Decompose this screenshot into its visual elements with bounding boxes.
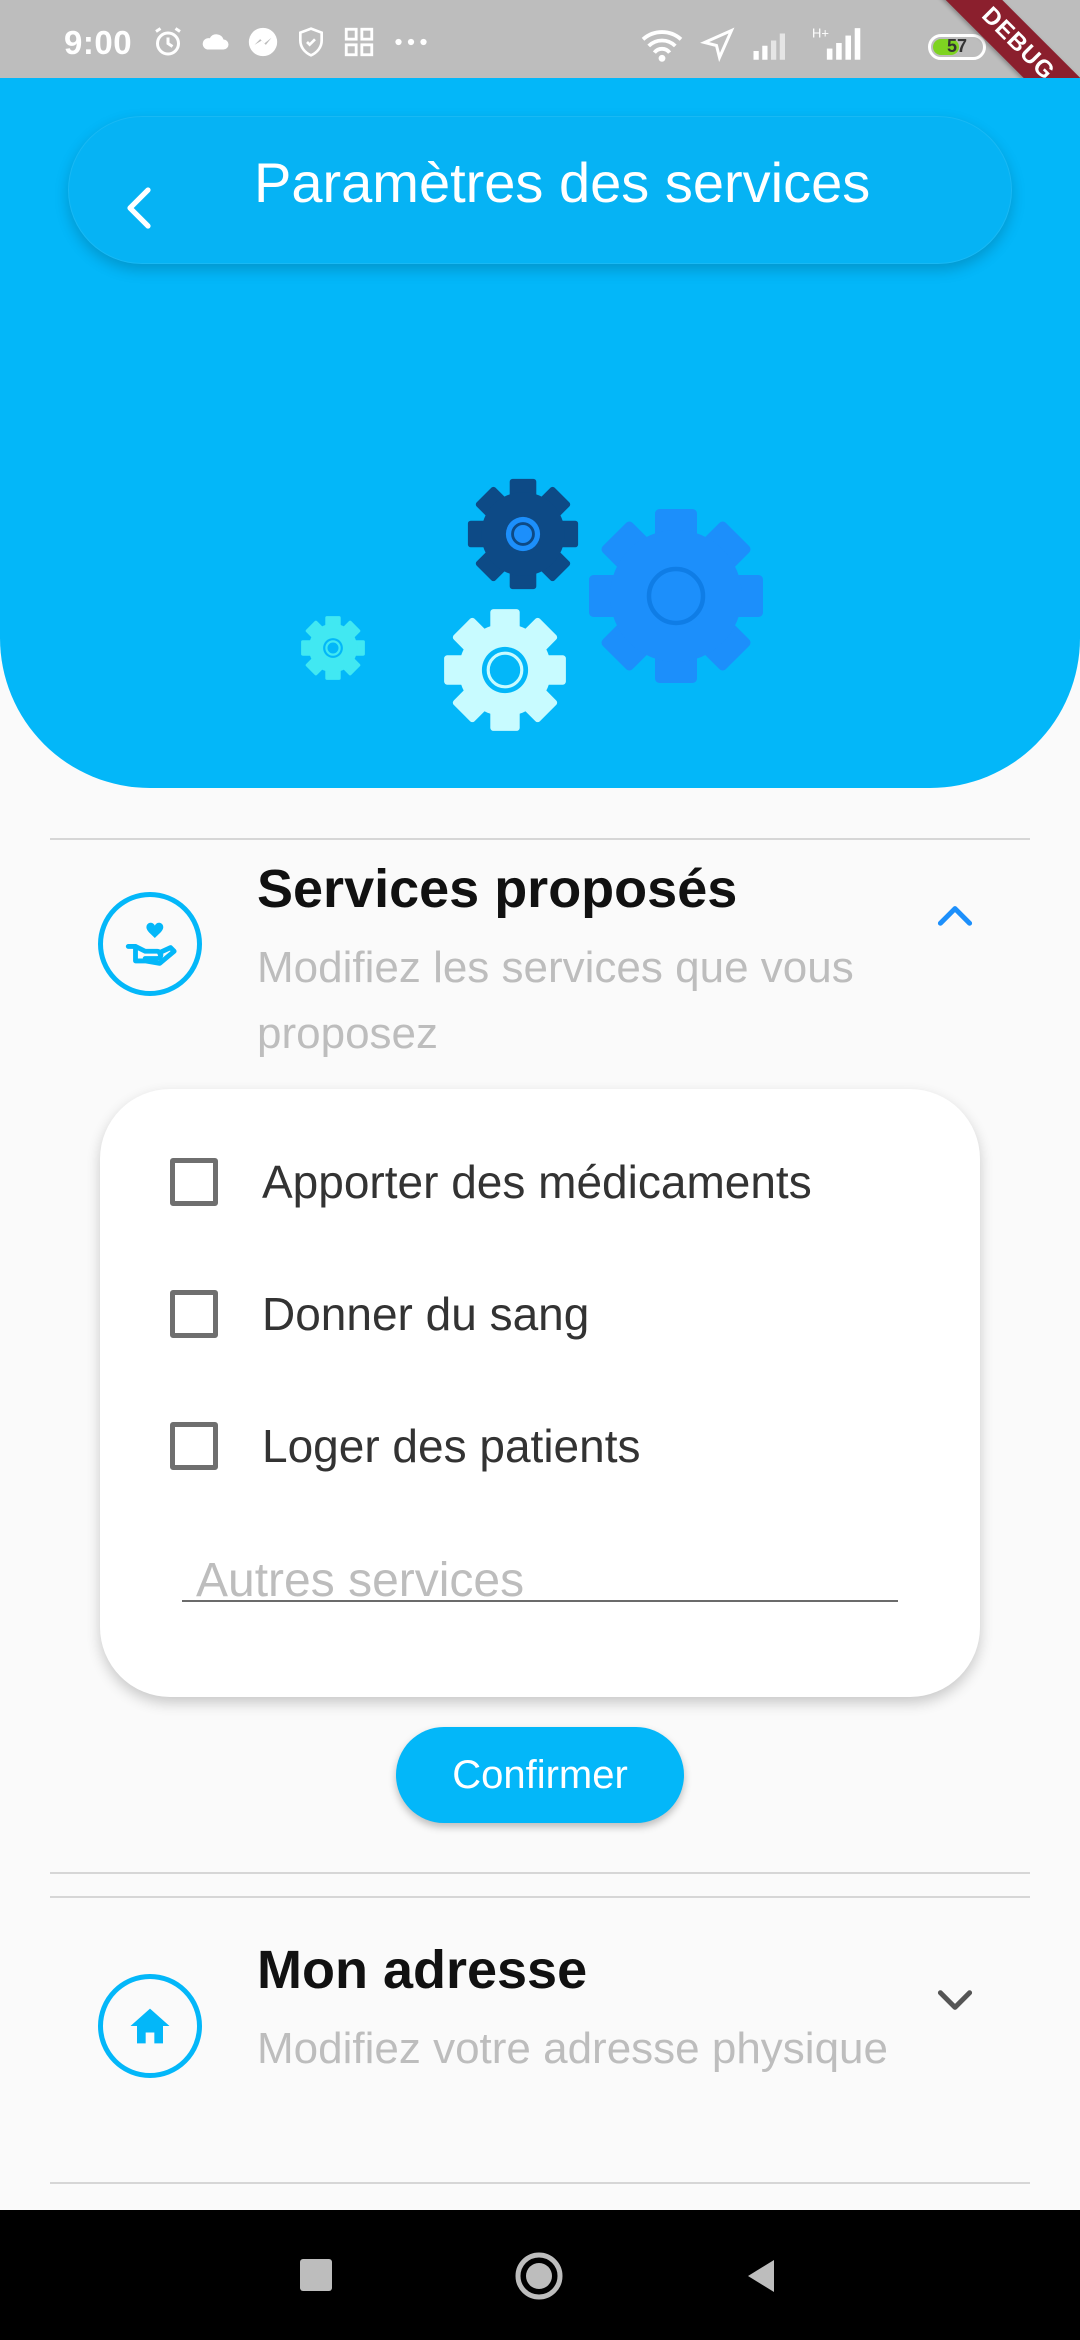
- notification-icons: [150, 24, 431, 64]
- battery-level: 57: [946, 36, 968, 56]
- services-section-subtitle: Modifiez les services que vous proposez: [257, 943, 854, 1058]
- collapse-button[interactable]: [930, 892, 980, 942]
- gears-illustration: [301, 478, 763, 731]
- back-nav-button[interactable]: [742, 2256, 782, 2296]
- other-services-underline: [182, 1600, 898, 1602]
- gear-light-icon: [444, 609, 566, 731]
- checkbox[interactable]: [170, 1290, 218, 1338]
- services-section-title[interactable]: Services proposés: [257, 858, 737, 920]
- location-icon: [699, 26, 736, 66]
- wifi-icon: [638, 26, 686, 68]
- gear-small-icon: [301, 616, 365, 680]
- alarm-icon: [150, 24, 186, 64]
- page-title: Paramètres des services: [254, 151, 871, 214]
- home-button[interactable]: [514, 2251, 564, 2301]
- gear-large-icon: [589, 509, 763, 683]
- services-icon-circle: [98, 892, 202, 996]
- header: Paramètres des services: [0, 78, 1080, 788]
- option-label: Donner du sang: [262, 1288, 590, 1340]
- cloud-icon: [201, 27, 231, 61]
- chevron-down-icon: [937, 1990, 973, 2010]
- service-option-loger[interactable]: Loger des patients: [170, 1416, 641, 1476]
- apps-icon: [342, 25, 376, 63]
- signal-icon: [750, 26, 792, 66]
- status-bar: 9:00 H+ 57 DEBUG: [0, 0, 1080, 136]
- section-divider: [50, 1872, 1030, 1874]
- expand-button[interactable]: [930, 1974, 980, 2024]
- address-icon-circle: [98, 1974, 202, 2078]
- option-label: Apporter des médicaments: [262, 1156, 812, 1208]
- section-divider: [50, 838, 1030, 840]
- service-option-sang[interactable]: Donner du sang: [170, 1284, 589, 1344]
- confirm-button[interactable]: Confirmer: [396, 1727, 684, 1823]
- checkbox[interactable]: [170, 1422, 218, 1470]
- status-time: 9:00: [64, 24, 133, 61]
- svg-text:H+: H+: [812, 25, 829, 40]
- checkbox[interactable]: [170, 1158, 218, 1206]
- shield-icon: [295, 26, 327, 62]
- recents-button[interactable]: [300, 2259, 332, 2291]
- chevron-up-icon: [937, 906, 973, 926]
- section-divider: [50, 2182, 1030, 2184]
- address-section-subtitle: Modifiez votre adresse physique: [257, 2024, 888, 2073]
- messenger-icon: [246, 25, 280, 63]
- hand-heart-icon: [125, 922, 177, 966]
- option-label: Loger des patients: [262, 1420, 641, 1472]
- gear-dark-icon: [467, 478, 579, 590]
- battery-icon: 57: [928, 34, 986, 60]
- more-icon: [391, 27, 431, 61]
- service-option-medicaments[interactable]: Apporter des médicaments: [170, 1152, 812, 1212]
- back-button[interactable]: [110, 178, 170, 238]
- signal-hplus-icon: H+: [812, 22, 864, 68]
- address-section-title[interactable]: Mon adresse: [257, 1939, 587, 2001]
- section-divider: [50, 1896, 1030, 1898]
- chevron-left-icon: [127, 187, 151, 229]
- home-icon: [130, 2008, 170, 2044]
